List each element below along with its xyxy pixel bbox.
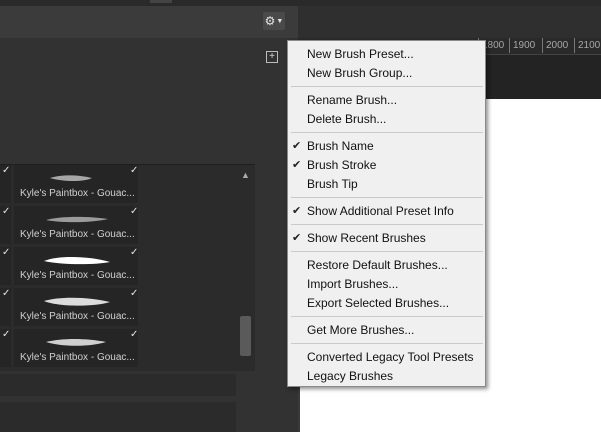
brush-list: ✓ Kyle's Paintbox - Gouac... ✓ ✓ Kyle's …	[0, 164, 255, 371]
check-icon: ✓	[2, 206, 11, 217]
brush-stroke-preview	[46, 216, 108, 223]
gear-icon: ⚙	[264, 14, 276, 28]
menu-item-label: Brush Name	[307, 139, 374, 153]
ruler-tick	[509, 38, 510, 53]
brush-name: Kyle's Paintbox - Gouac...	[20, 352, 135, 363]
scrollbar-thumb[interactable]	[240, 316, 251, 356]
menu-item-export-selected-brushes[interactable]: Export Selected Brushes...	[288, 294, 485, 313]
list-item[interactable]: ✓ Kyle's Paintbox - Gouac... ✓	[0, 206, 255, 247]
check-icon: ✔	[292, 159, 302, 171]
menu-item-label: Legacy Brushes	[307, 369, 394, 383]
menu-item-label: Show Recent Brushes	[307, 231, 426, 245]
check-icon: ✔	[292, 232, 302, 244]
brush-tile-left: ✓	[0, 329, 11, 367]
brush-name: Kyle's Paintbox - Gouac...	[20, 311, 135, 322]
menu-item-label: Export Selected Brushes...	[307, 296, 450, 310]
menu-separator	[291, 132, 483, 133]
check-icon: ✓	[2, 288, 11, 299]
menu-item-label: Show Additional Preset Info	[307, 204, 454, 218]
menu-separator	[291, 316, 483, 317]
check-icon: ✓	[130, 288, 139, 299]
check-icon: ✓	[130, 206, 139, 217]
list-item[interactable]: ✓ Kyle's Paintbox - Gouac... ✓	[0, 165, 255, 206]
menu-item-label: New Brush Group...	[307, 66, 413, 80]
brush-name: Kyle's Paintbox - Gouac...	[20, 229, 135, 240]
check-icon: ✓	[130, 247, 139, 258]
menu-item-label: Brush Tip	[307, 177, 358, 191]
menu-item-legacy-brushes[interactable]: Legacy Brushes	[288, 367, 485, 386]
menu-item-label: Restore Default Brushes...	[307, 258, 448, 272]
brush-stroke-preview	[50, 175, 92, 181]
brush-tile-left: ✓	[0, 247, 11, 285]
menu-separator	[291, 197, 483, 198]
check-icon: ✓	[2, 165, 11, 176]
menu-item-converted-legacy-tool-presets[interactable]: Converted Legacy Tool Presets	[288, 348, 485, 367]
brush-tile[interactable]: Kyle's Paintbox - Gouac... ✓	[14, 329, 138, 367]
panel-menu-button[interactable]: ⚙ ▼	[263, 12, 285, 30]
menu-item-show-additional-preset-info[interactable]: ✔ Show Additional Preset Info	[288, 202, 485, 221]
menu-item-label: Delete Brush...	[307, 112, 387, 126]
panel-header	[0, 6, 298, 38]
check-icon: ✓	[130, 329, 139, 340]
menu-separator	[291, 224, 483, 225]
brush-stroke-preview	[44, 297, 110, 306]
menu-item-label: Converted Legacy Tool Presets	[307, 350, 474, 364]
menu-item-get-more-brushes[interactable]: Get More Brushes...	[288, 321, 485, 340]
menu-item-import-brushes[interactable]: Import Brushes...	[288, 275, 485, 294]
menu-separator	[291, 251, 483, 252]
brush-panel-menu: New Brush Preset... New Brush Group... R…	[287, 40, 486, 387]
list-item[interactable]: ✓ Kyle's Paintbox - Gouac... ✓	[0, 288, 255, 329]
menu-item-restore-default-brushes[interactable]: Restore Default Brushes...	[288, 256, 485, 275]
brush-tile[interactable]: Kyle's Paintbox - Gouac... ✓	[14, 206, 138, 244]
brush-tile[interactable]: Kyle's Paintbox - Gouac... ✓	[14, 288, 138, 326]
check-icon: ✔	[292, 140, 302, 152]
menu-item-brush-stroke[interactable]: ✔ Brush Stroke	[288, 156, 485, 175]
ruler-tick	[542, 38, 543, 53]
menu-item-label: Get More Brushes...	[307, 323, 415, 337]
check-icon: ✓	[130, 165, 139, 176]
menu-item-label: New Brush Preset...	[307, 47, 414, 61]
ruler-tick	[574, 38, 575, 53]
brush-tile[interactable]: Kyle's Paintbox - Gouac... ✓	[14, 165, 138, 203]
menu-separator	[291, 86, 483, 87]
list-item[interactable]: ✓ Kyle's Paintbox - Gouac... ✓	[0, 329, 255, 370]
document-tab-bar	[298, 6, 601, 38]
chevron-down-icon: ▼	[276, 17, 284, 25]
menu-item-new-brush-preset[interactable]: New Brush Preset...	[288, 45, 485, 64]
menu-item-brush-name[interactable]: ✔ Brush Name	[288, 137, 485, 156]
menu-separator	[291, 343, 483, 344]
brush-tile[interactable]: Kyle's Paintbox - Gouac... ✓	[14, 247, 138, 285]
top-notch	[150, 0, 172, 3]
list-item[interactable]: ✓ Kyle's Paintbox - Gouac... ✓	[0, 247, 255, 288]
ruler-label: 2100	[578, 40, 601, 51]
menu-item-brush-tip[interactable]: Brush Tip	[288, 175, 485, 194]
panel-footer-row	[0, 374, 236, 396]
chevron-up-icon[interactable]: ▲	[241, 170, 250, 180]
panel-footer-row	[0, 402, 236, 432]
menu-item-label: Brush Stroke	[307, 158, 377, 172]
add-icon[interactable]: +	[266, 51, 278, 63]
brush-name: Kyle's Paintbox - Gouac...	[20, 188, 135, 199]
brush-name: Kyle's Paintbox - Gouac...	[20, 270, 135, 281]
brush-tile-left: ✓	[0, 288, 11, 326]
brush-tile-left: ✓	[0, 165, 11, 203]
menu-item-rename-brush[interactable]: Rename Brush...	[288, 91, 485, 110]
check-icon: ✓	[2, 329, 11, 340]
menu-item-delete-brush[interactable]: Delete Brush...	[288, 110, 485, 129]
brush-stroke-preview	[46, 339, 106, 346]
menu-item-label: Import Brushes...	[307, 277, 399, 291]
check-icon: ✓	[2, 247, 11, 258]
ruler-label: 2000	[546, 40, 569, 51]
menu-item-show-recent-brushes[interactable]: ✔ Show Recent Brushes	[288, 229, 485, 248]
check-icon: ✔	[292, 205, 302, 217]
brush-tile-left: ✓	[0, 206, 11, 244]
menu-item-new-brush-group[interactable]: New Brush Group...	[288, 64, 485, 83]
ruler-label: 1900	[513, 40, 536, 51]
menu-item-label: Rename Brush...	[307, 93, 398, 107]
brush-stroke-preview	[44, 256, 110, 265]
